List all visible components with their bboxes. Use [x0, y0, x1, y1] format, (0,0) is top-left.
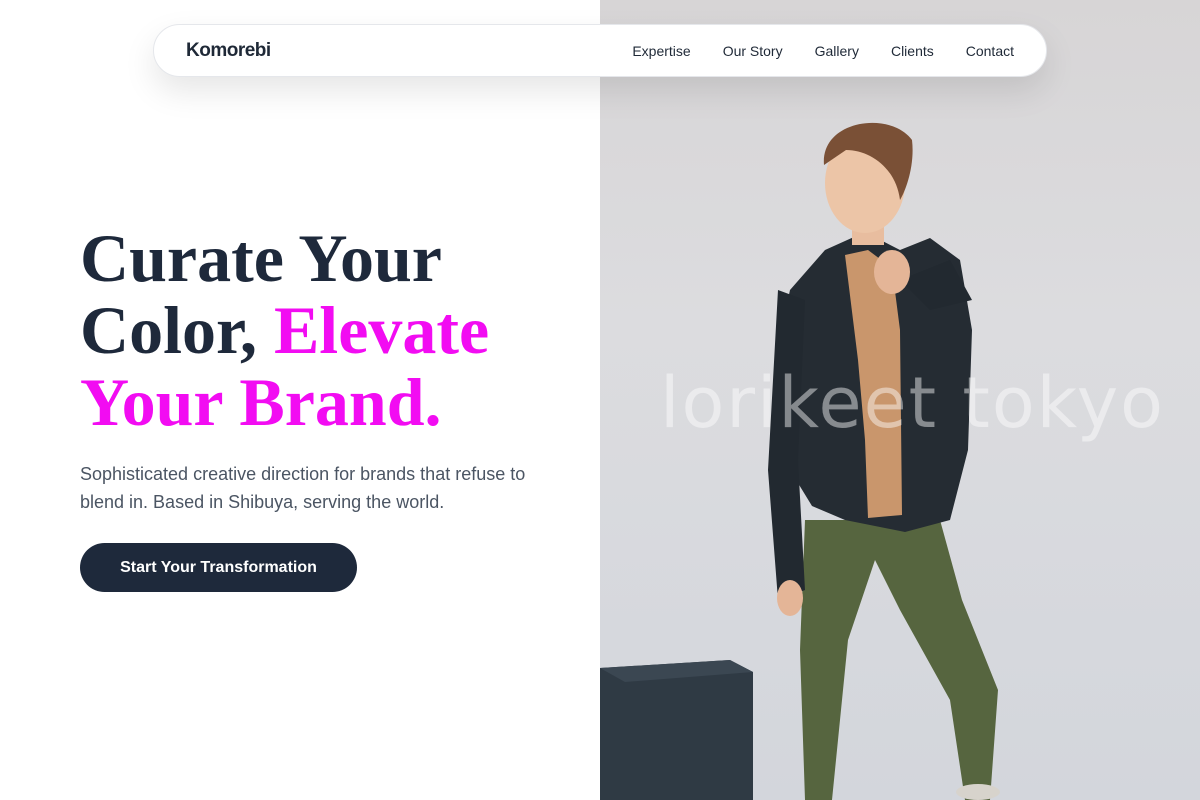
hero-title-line2a: Color,: [80, 292, 274, 368]
nav-links: Expertise Our Story Gallery Clients Cont…: [600, 43, 1014, 59]
nav-link-clients[interactable]: Clients: [891, 43, 934, 59]
watermark-text: lorikeet tokyo: [660, 362, 1165, 444]
hero-title-line2b: Elevate: [273, 292, 490, 368]
nav-link-gallery[interactable]: Gallery: [815, 43, 859, 59]
hero-title-line1: Curate Your: [80, 220, 442, 296]
nav-link-expertise[interactable]: Expertise: [632, 43, 690, 59]
start-transformation-button[interactable]: Start Your Transformation: [80, 543, 357, 592]
hero-title-line3: Your Brand.: [80, 364, 442, 440]
nav-link-contact[interactable]: Contact: [966, 43, 1014, 59]
nav-link-our-story[interactable]: Our Story: [723, 43, 783, 59]
trousers: [800, 520, 998, 800]
brand-logo[interactable]: Komorebi: [186, 40, 271, 62]
hero-photo: lorikeet tokyo: [600, 0, 1200, 800]
hero-subtitle: Sophisticated creative direction for bra…: [80, 464, 526, 512]
hero-title: Curate Your Color, Elevate Your Brand.: [80, 222, 580, 438]
top-navbar: Komorebi Expertise Our Story Gallery Cli…: [153, 24, 1047, 77]
pedestal-box: [600, 660, 753, 800]
